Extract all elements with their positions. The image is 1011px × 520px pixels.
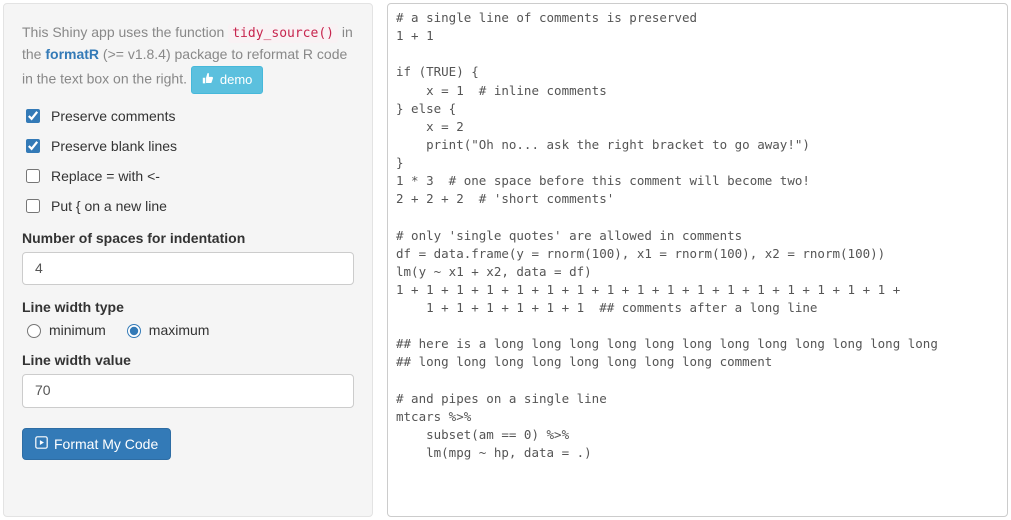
width-type-radio-row: minimum maximum <box>22 321 354 338</box>
thumbs-up-icon <box>202 72 215 88</box>
checkbox-brace-newline-label: Put { on a new line <box>51 198 167 214</box>
intro-text: This Shiny app uses the function tidy_so… <box>22 22 354 94</box>
checkbox-preserve-comments[interactable]: Preserve comments <box>22 106 354 126</box>
checkbox-preserve-comments-input[interactable] <box>26 109 40 123</box>
width-type-max-label: maximum <box>149 322 210 338</box>
main-panel <box>373 0 1011 520</box>
width-type-min[interactable]: minimum <box>22 321 106 338</box>
checkbox-replace-assign-input[interactable] <box>26 169 40 183</box>
width-type-min-label: minimum <box>49 322 106 338</box>
intro-fn-name: tidy_source() <box>228 24 338 43</box>
checkbox-replace-assign-label: Replace = with <- <box>51 168 160 184</box>
format-button[interactable]: Format My Code <box>22 428 171 460</box>
width-type-max[interactable]: maximum <box>122 321 210 338</box>
checkbox-preserve-blank-label: Preserve blank lines <box>51 138 177 154</box>
sidebar-panel: This Shiny app uses the function tidy_so… <box>3 3 373 517</box>
indent-group: Number of spaces for indentation <box>22 230 354 286</box>
checkbox-replace-assign[interactable]: Replace = with <- <box>22 166 354 186</box>
checkbox-preserve-blank-input[interactable] <box>26 139 40 153</box>
width-type-max-input[interactable] <box>127 324 141 338</box>
demo-button[interactable]: demo <box>191 66 264 94</box>
width-type-group: Line width type minimum maximum <box>22 299 354 338</box>
demo-button-label: demo <box>220 72 253 87</box>
play-square-icon <box>35 436 48 452</box>
width-value-group: Line width value <box>22 352 354 408</box>
checkbox-preserve-blank[interactable]: Preserve blank lines <box>22 136 354 156</box>
width-value-label: Line width value <box>22 352 354 368</box>
indent-label: Number of spaces for indentation <box>22 230 354 246</box>
intro-prefix: This Shiny app uses the function <box>22 24 228 40</box>
app-root: This Shiny app uses the function tidy_so… <box>0 0 1011 520</box>
formatr-link[interactable]: formatR <box>45 46 99 62</box>
checkbox-preserve-comments-label: Preserve comments <box>51 108 175 124</box>
code-textarea[interactable] <box>387 3 1008 517</box>
width-type-label: Line width type <box>22 299 354 315</box>
width-type-min-input[interactable] <box>27 324 41 338</box>
checkbox-brace-newline[interactable]: Put { on a new line <box>22 196 354 216</box>
format-button-label: Format My Code <box>54 436 158 452</box>
indent-input[interactable] <box>22 252 354 286</box>
width-value-input[interactable] <box>22 374 354 408</box>
checkbox-brace-newline-input[interactable] <box>26 199 40 213</box>
